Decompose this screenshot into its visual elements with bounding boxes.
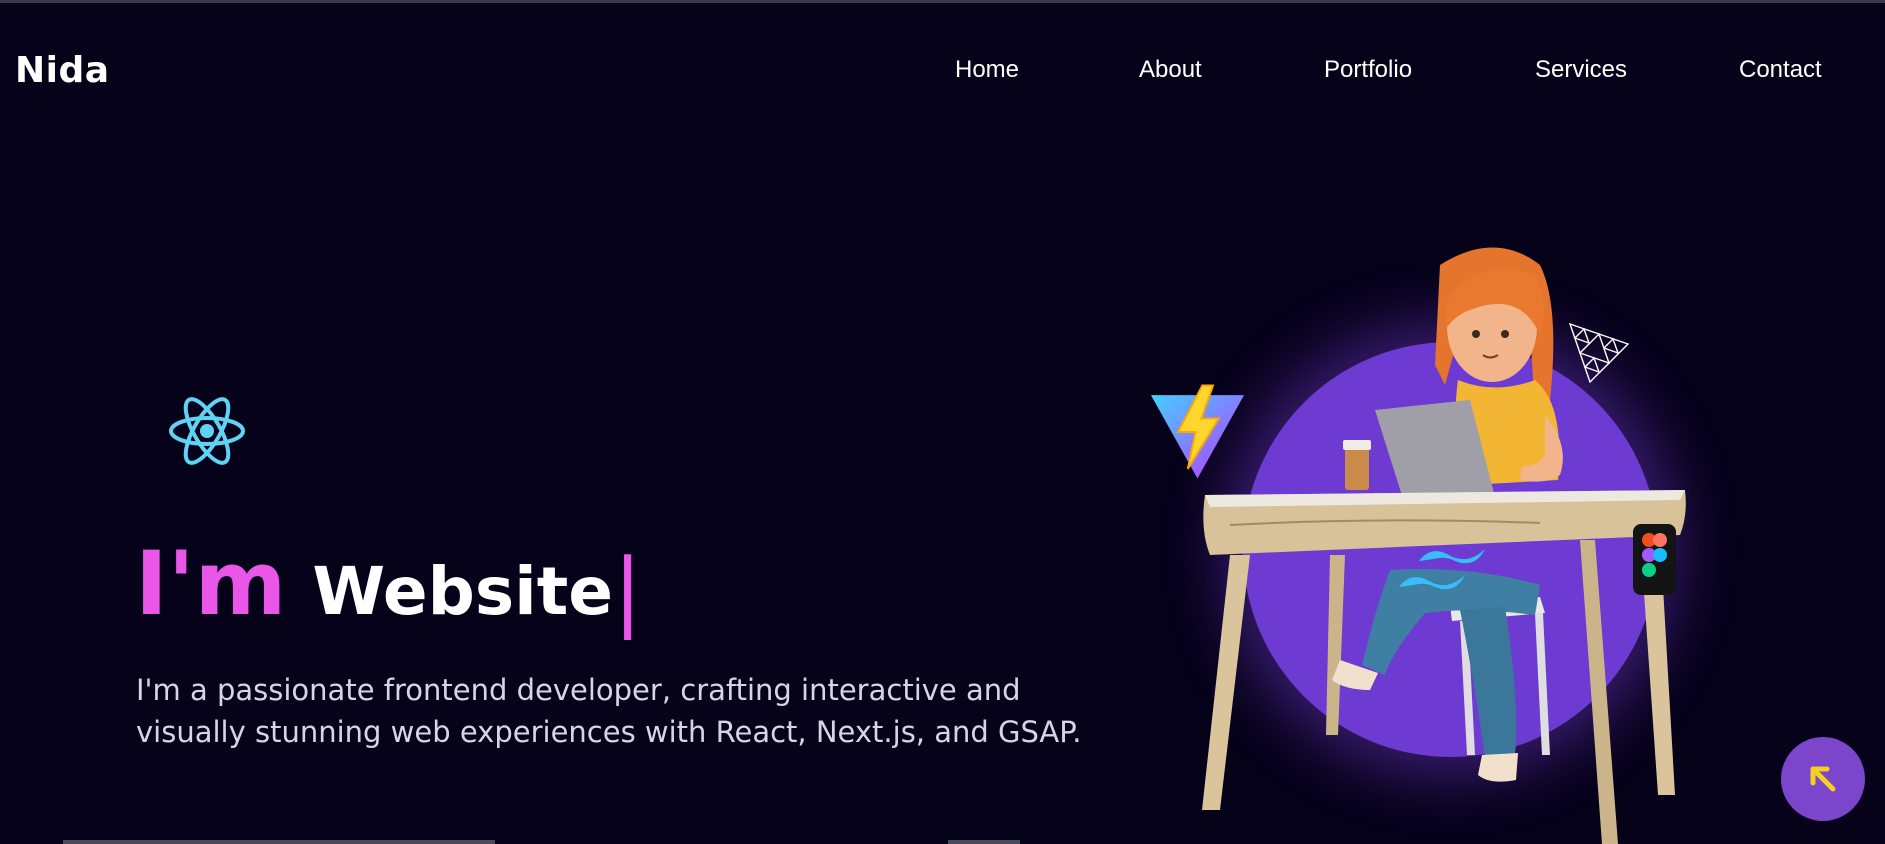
nav-link-about[interactable]: About [1139,56,1202,84]
main-nav: Home About Portfolio Services Contact [0,56,1885,86]
typed-word: Website [312,553,614,630]
hero-description: I'm a passionate frontend developer, cra… [136,673,1082,749]
horizontal-scrollbar-thumb[interactable] [63,840,495,844]
page: Nida Home About Portfolio Services Conta… [0,0,1885,844]
hero-heading: I'm Website| [135,540,642,635]
threejs-icon [1568,322,1630,384]
typing-cursor: | [613,541,643,641]
figma-icon [1633,524,1676,595]
hero-prefix: I'm [135,532,287,635]
scroll-to-top-button[interactable] [1781,737,1865,821]
vite-icon [1150,384,1245,479]
horizontal-scrollbar-segment [948,840,1020,844]
react-icon [169,397,245,465]
nav-link-home[interactable]: Home [955,56,1019,84]
tailwind-icon [1399,549,1485,590]
nav-link-contact[interactable]: Contact [1739,56,1822,84]
nav-link-services[interactable]: Services [1535,56,1627,84]
arrow-up-left-icon [1810,766,1836,792]
top-border [0,0,1885,3]
nav-link-portfolio[interactable]: Portfolio [1324,56,1412,84]
